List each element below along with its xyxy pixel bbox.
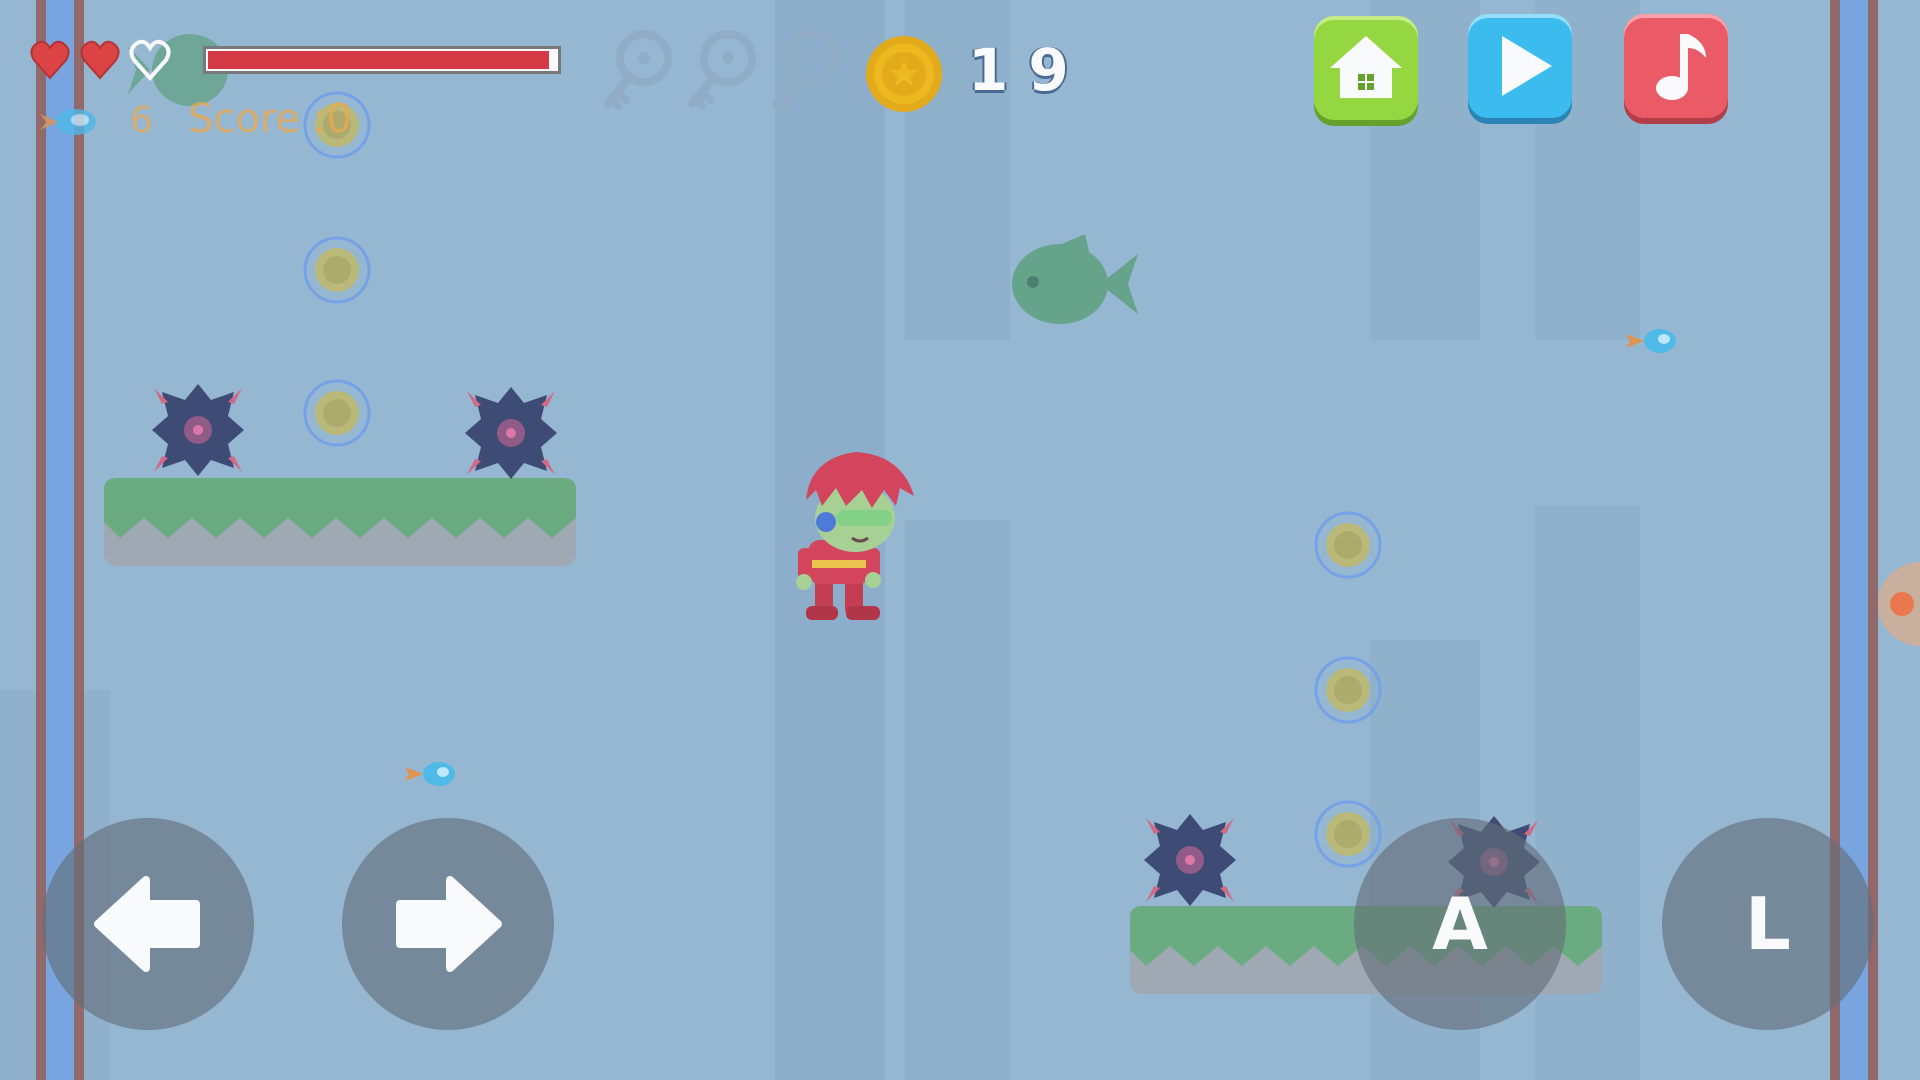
move-left-button[interactable] — [42, 818, 254, 1030]
key-slot-icon — [692, 34, 752, 106]
health-bar — [203, 46, 561, 74]
music-note-icon — [1656, 34, 1706, 100]
hearts-display — [30, 39, 171, 80]
score-value: 0 — [326, 96, 352, 142]
attack-button-label: A — [1432, 882, 1488, 966]
heart-icon — [80, 40, 120, 79]
ammo-icon — [40, 109, 96, 135]
arrow-right-icon — [396, 876, 502, 972]
l-button[interactable]: L — [1662, 818, 1874, 1030]
attack-button[interactable]: A — [1354, 818, 1566, 1030]
key-slot-icon — [608, 34, 668, 106]
score-display: Score :0 — [188, 96, 352, 142]
home-icon — [1330, 36, 1402, 98]
ammo-count: 6 — [130, 100, 153, 141]
arrow-left-icon — [94, 876, 200, 972]
heart-icon — [30, 40, 70, 79]
coin-icon — [866, 36, 942, 112]
play-icon — [1502, 36, 1552, 96]
key-slot-icon — [776, 34, 836, 106]
play-button[interactable] — [1468, 14, 1572, 118]
health-bar-fill — [208, 51, 549, 69]
player-character — [796, 452, 914, 620]
home-button[interactable] — [1314, 16, 1418, 120]
score-label: Score : — [188, 96, 327, 142]
music-button[interactable] — [1624, 14, 1728, 118]
game-stage: 19 6 Score :0 A L — [0, 0, 1920, 1080]
keys-display — [600, 30, 850, 116]
move-right-button[interactable] — [342, 818, 554, 1030]
coin-count: 19 — [968, 36, 1089, 104]
l-button-label: L — [1745, 882, 1791, 966]
heart-icon — [129, 39, 171, 80]
